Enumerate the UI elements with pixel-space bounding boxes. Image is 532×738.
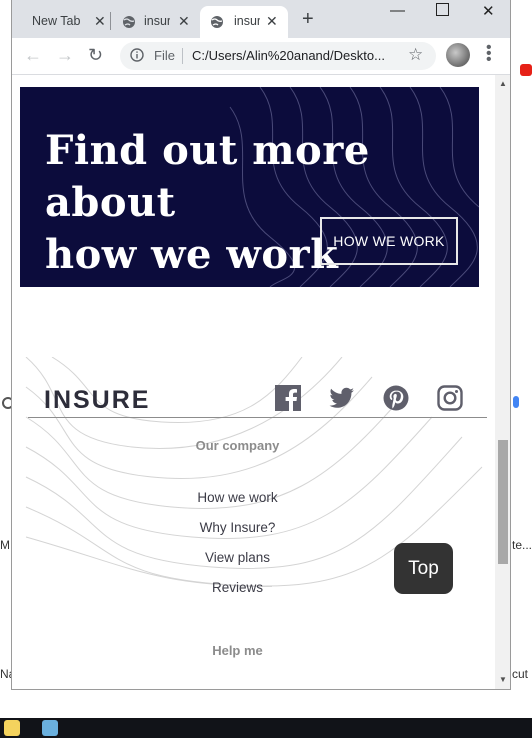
tab-label: insure (144, 14, 170, 28)
window-close-icon[interactable]: ✕ (482, 2, 495, 20)
forward-arrow-icon[interactable]: → (56, 46, 74, 64)
our-company-heading: Our company (195, 438, 280, 453)
menu-dots-icon[interactable]: • • • (486, 40, 492, 68)
banner-heading-line-2: how we work (45, 231, 339, 278)
minimize-icon[interactable]: — (390, 2, 405, 19)
info-icon[interactable] (130, 48, 144, 62)
banner-heading-line-1: Find out more about (45, 127, 370, 226)
back-arrow-icon[interactable]: ← (24, 46, 42, 64)
close-icon[interactable]: ✕ (178, 13, 190, 30)
close-icon[interactable]: ✕ (266, 13, 278, 30)
new-tab-plus-icon[interactable]: + (302, 9, 314, 29)
instagram-icon[interactable] (437, 385, 463, 411)
desktop-mic-icon (513, 396, 519, 408)
taskbar-app-icon[interactable] (42, 720, 58, 736)
tab-label: insure (234, 14, 260, 28)
page-viewport: Find out more about how we work HOW WE W… (12, 75, 495, 689)
close-icon[interactable]: ✕ (94, 13, 106, 30)
tab-separator (110, 12, 111, 30)
scroll-down-arrow-icon[interactable]: ▼ (499, 675, 507, 684)
pinterest-icon[interactable] (383, 385, 409, 411)
globe-icon (123, 16, 135, 28)
reload-icon[interactable]: ↻ (88, 46, 103, 64)
desktop-right-fragment-1: te... (512, 538, 532, 552)
url-text[interactable]: C:/Users/Alin%20anand/Deskto... (192, 48, 385, 63)
profile-avatar[interactable] (446, 43, 470, 67)
file-scheme-label: File (154, 48, 175, 63)
how-we-work-banner: Find out more about how we work HOW WE W… (20, 87, 479, 287)
site-footer: INSURE Our company How we work Why Insur… (12, 357, 495, 689)
tab-insure-1[interactable]: insure ✕ (112, 6, 200, 38)
desktop-right-fragment-2: cut (512, 667, 529, 681)
page-scrollbar[interactable]: ▲ ▼ (495, 75, 510, 689)
help-me-heading: Help me (212, 643, 263, 658)
tab-insure-active[interactable]: insure ✕ (200, 6, 288, 38)
facebook-icon[interactable] (275, 385, 301, 411)
scrollbar-thumb[interactable] (498, 440, 508, 564)
tab-strip: New Tab ✕ insure ✕ insure ✕ + — ✕ (12, 0, 510, 38)
footer-link-how-we-work[interactable]: How we work (12, 490, 463, 505)
footer-link-why-insure[interactable]: Why Insure? (12, 520, 463, 535)
insure-logo[interactable]: INSURE (44, 386, 150, 415)
scroll-up-arrow-icon[interactable]: ▲ (499, 79, 507, 88)
taskbar-app-icon[interactable] (4, 720, 20, 736)
browser-toolbar: ← → ↻ File C:/Users/Alin%20anand/Deskto.… (12, 38, 510, 75)
taskbar (0, 718, 532, 738)
bookmark-star-icon[interactable]: ☆ (408, 45, 423, 65)
how-we-work-button[interactable]: HOW WE WORK (320, 217, 458, 265)
desktop-left-fragment-1: M (0, 538, 10, 552)
maximize-icon[interactable] (436, 3, 449, 16)
address-bar[interactable]: File C:/Users/Alin%20anand/Deskto... (120, 42, 436, 70)
twitter-icon[interactable] (329, 385, 355, 411)
tab-new-tab[interactable]: New Tab ✕ (20, 6, 110, 38)
globe-icon (211, 16, 223, 28)
back-to-top-button[interactable]: Top (394, 543, 453, 594)
tab-label: New Tab (32, 14, 81, 28)
address-divider (182, 48, 183, 64)
desktop-youtube-icon (520, 64, 532, 76)
footer-divider (28, 417, 487, 418)
